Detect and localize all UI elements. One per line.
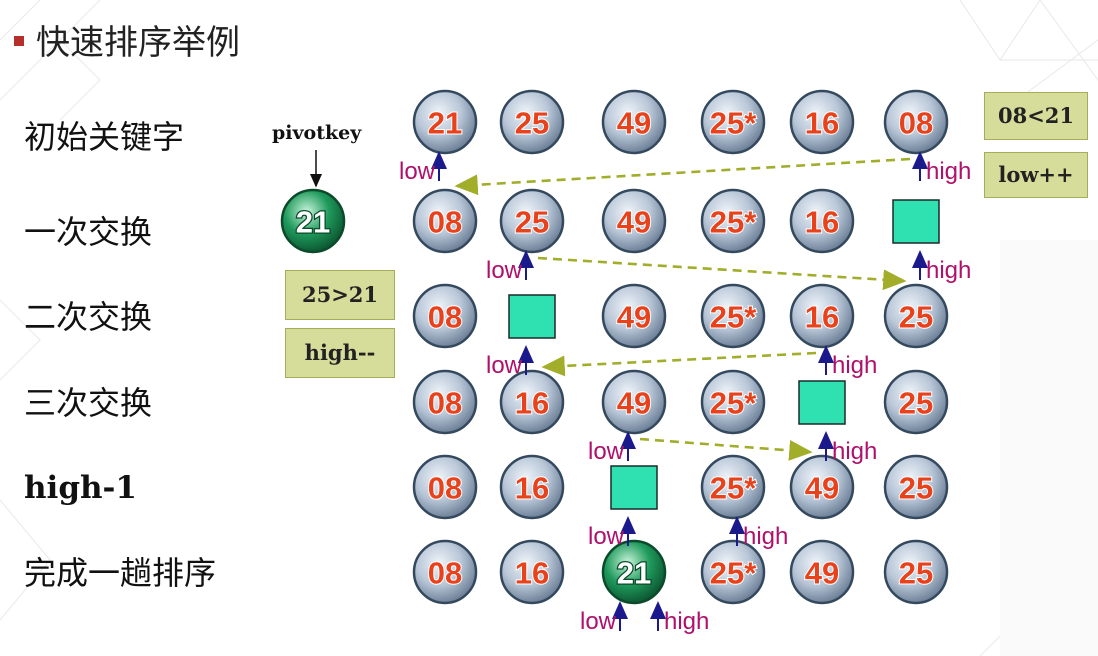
node-value: 08 (899, 106, 933, 141)
array-element: 49 (601, 188, 667, 254)
pivot-circle: 21 (280, 188, 346, 254)
array-element: 25* (700, 188, 766, 254)
node-value: 21 (296, 205, 330, 240)
array-element: 16 (789, 89, 855, 155)
low-pointer-label: low (399, 158, 436, 185)
low-pointer-label: low (588, 438, 625, 465)
low-pointer-label: low (486, 257, 523, 284)
high-pointer-label: high (832, 438, 877, 465)
node-value: 16 (515, 556, 549, 591)
move-arrow (454, 157, 911, 196)
node-value: 21 (428, 106, 462, 141)
array-element: 08 (412, 454, 478, 520)
node-value: 25* (710, 106, 757, 141)
array-element: 25* (700, 539, 766, 605)
node-value: 49 (617, 205, 651, 240)
array-element: 21 (601, 539, 667, 605)
empty-slot (892, 199, 940, 244)
array-element: 49 (601, 89, 667, 155)
high-pointer-label: high (743, 523, 788, 550)
high-pointer-label: high (664, 608, 709, 635)
node-value: 25* (710, 386, 757, 421)
array-element: 08 (412, 283, 478, 349)
node-value: 49 (805, 556, 839, 591)
node-value: 25 (515, 106, 549, 141)
array-element: 16 (789, 283, 855, 349)
low-pointer-label: low (580, 608, 617, 635)
move-arrow (537, 256, 907, 291)
node-value: 49 (617, 386, 651, 421)
array-element: 49 (601, 369, 667, 435)
node-value: 16 (515, 386, 549, 421)
empty-slot (798, 380, 846, 425)
node-value: 08 (428, 300, 462, 335)
node-value: 25 (899, 300, 933, 335)
node-value: 08 (428, 386, 462, 421)
array-element: 25 (883, 283, 949, 349)
node-value: 25* (710, 556, 757, 591)
empty-slot (610, 465, 658, 510)
quicksort-diagram: 21 25 49 25* 16 08 08 25 49 25* 16 08 49 25* 16 25 08 16 4… (280, 89, 971, 635)
move-arrow (541, 351, 817, 377)
node-value: 25 (899, 556, 933, 591)
array-element: 08 (412, 539, 478, 605)
array-element: 25 (883, 369, 949, 435)
high-pointer-label: high (926, 257, 971, 284)
array-element: 25* (700, 89, 766, 155)
array-element: 25 (883, 539, 949, 605)
array-element: 25* (700, 454, 766, 520)
array-element: 25 (883, 454, 949, 520)
node-value: 21 (617, 556, 651, 591)
low-pointer-label: low (486, 352, 523, 379)
node-value: 08 (428, 556, 462, 591)
node-value: 16 (805, 106, 839, 141)
node-value: 49 (617, 300, 651, 335)
array-element: 21 (412, 89, 478, 155)
array-element: 25* (700, 369, 766, 435)
array-element: 16 (499, 454, 565, 520)
array-element: 16 (499, 539, 565, 605)
array-element: 08 (883, 89, 949, 155)
node-value: 25* (710, 205, 757, 240)
array-element: 08 (412, 188, 478, 254)
node-value: 49 (805, 471, 839, 506)
array-element: 16 (499, 369, 565, 435)
node-value: 16 (805, 205, 839, 240)
high-pointer-label: high (926, 158, 971, 185)
node-value: 25 (899, 471, 933, 506)
empty-slot (508, 294, 556, 339)
array-element: 49 (789, 454, 855, 520)
node-value: 16 (515, 471, 549, 506)
array-element: 25 (499, 89, 565, 155)
node-value: 08 (428, 205, 462, 240)
high-pointer-label: high (832, 352, 877, 379)
move-arrow (639, 437, 813, 461)
array-element: 49 (789, 539, 855, 605)
node-value: 25 (515, 205, 549, 240)
array-element: 08 (412, 369, 478, 435)
node-value: 49 (617, 106, 651, 141)
array-element: 25* (700, 283, 766, 349)
node-value: 25* (710, 471, 757, 506)
node-value: 25* (710, 300, 757, 335)
node-value: 25 (899, 386, 933, 421)
array-element: 25 (499, 188, 565, 254)
low-pointer-label: low (588, 523, 625, 550)
node-value: 16 (805, 300, 839, 335)
node-value: 08 (428, 471, 462, 506)
array-element: 16 (789, 188, 855, 254)
array-element: 49 (601, 283, 667, 349)
